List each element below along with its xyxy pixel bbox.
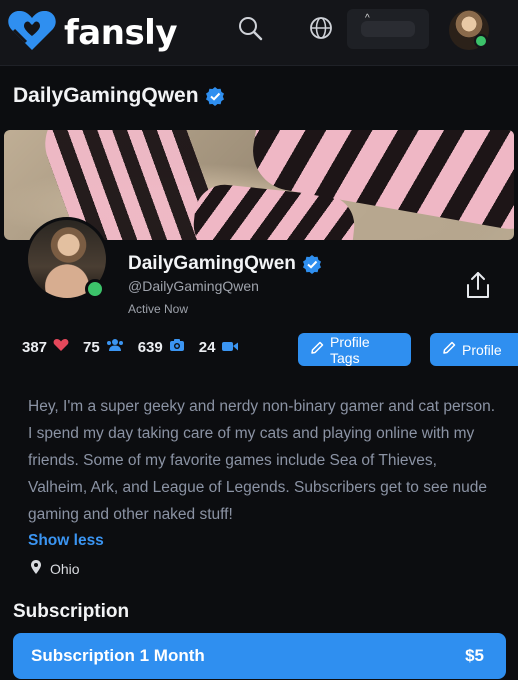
camera-icon (169, 338, 185, 356)
heart-logo-icon (6, 8, 58, 57)
verified-badge-icon (302, 254, 322, 274)
videos-stat: 24 (199, 339, 240, 356)
subscription-price: $5 (465, 646, 484, 665)
location-pin-icon (30, 559, 42, 578)
profile-button[interactable]: Profile (430, 333, 518, 366)
followers-count: 75 (83, 338, 100, 356)
likes-count: 387 (22, 338, 48, 356)
share-icon (465, 272, 491, 304)
account-balance-redacted (361, 21, 415, 37)
videos-count: 24 (198, 338, 216, 356)
followers-stat: 75 (83, 338, 124, 356)
verified-badge-icon (205, 86, 225, 106)
subscription-heading: Subscription (13, 601, 130, 622)
profile-bio: Hey, I'm a super geeky and nerdy non-bin… (28, 398, 496, 523)
pencil-icon (442, 341, 456, 358)
page-title: DailyGamingQwen (13, 84, 225, 108)
online-indicator (85, 279, 105, 299)
profile-name-text: DailyGamingQwen (128, 253, 296, 274)
user-online-indicator (474, 34, 488, 48)
profile-handle: @DailyGamingQwen (128, 278, 259, 294)
location: Ohio (30, 559, 80, 578)
brand-name: fansly (64, 12, 178, 53)
search-icon[interactable] (236, 14, 264, 42)
users-icon (106, 338, 124, 356)
video-camera-icon (221, 339, 239, 356)
top-bar: fansly ^ (0, 0, 518, 66)
profile-tags-button[interactable]: Profile Tags (298, 333, 411, 366)
account-menu[interactable]: ^ (347, 9, 429, 49)
images-stat: 639 (138, 338, 185, 356)
share-button[interactable] (465, 270, 491, 300)
show-less-link[interactable]: Show less (28, 532, 104, 550)
images-count: 639 (137, 338, 163, 356)
globe-icon[interactable] (307, 14, 335, 42)
active-status: Active Now (128, 302, 189, 316)
profile-tags-label: Profile Tags (330, 333, 370, 366)
likes-stat: 387 (22, 338, 69, 356)
subscription-plan-label: Subscription 1 Month (31, 646, 205, 665)
page-title-text: DailyGamingQwen (13, 84, 199, 107)
profile-stats: 387 75 639 24 (22, 338, 253, 356)
location-text: Ohio (50, 560, 80, 577)
pencil-icon (310, 341, 324, 358)
fansly-logo[interactable]: fansly (6, 8, 178, 57)
heart-icon (53, 338, 69, 356)
profile-button-label: Profile (462, 341, 502, 358)
subscribe-button[interactable]: Subscription 1 Month $5 (13, 633, 506, 679)
profile-name: DailyGamingQwen (128, 253, 322, 275)
